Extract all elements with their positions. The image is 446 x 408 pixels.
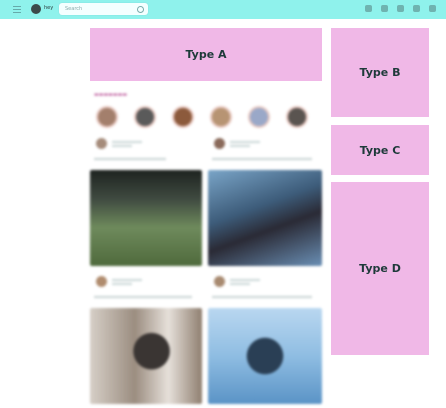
ad-type-d-label: Type D — [359, 262, 401, 275]
user-name: hey — [44, 5, 54, 11]
avatar[interactable] — [96, 276, 107, 287]
ad-type-a-label: Type A — [185, 48, 227, 61]
post-photo[interactable] — [208, 308, 322, 404]
post-meta — [230, 277, 260, 287]
ad-type-c-label: Type C — [359, 143, 401, 157]
story-avatar[interactable] — [286, 106, 308, 128]
post-photo[interactable] — [90, 170, 202, 266]
post-meta — [230, 139, 260, 149]
post-meta — [112, 139, 142, 149]
ad-type-b[interactable]: Type B — [331, 28, 429, 117]
post-header — [96, 138, 142, 149]
post-photo[interactable] — [90, 308, 202, 404]
notification-icon[interactable] — [397, 5, 404, 12]
stories-label: ▬▬▬▬▬▬▬ — [94, 92, 128, 98]
grid-icon[interactable] — [413, 5, 420, 12]
post-caption — [212, 296, 312, 298]
post-header — [96, 276, 142, 287]
profile-icon[interactable] — [429, 5, 436, 12]
search-icon[interactable] — [137, 6, 144, 13]
avatar[interactable] — [214, 138, 225, 149]
story-avatar[interactable] — [248, 106, 270, 128]
post-header — [214, 138, 260, 149]
avatar[interactable] — [96, 138, 107, 149]
post-photo[interactable] — [208, 170, 322, 266]
toolbar-icons — [365, 5, 436, 12]
stories-row — [96, 106, 308, 128]
ad-type-d[interactable]: Type D — [331, 182, 429, 355]
story-avatar[interactable] — [96, 106, 118, 128]
post-header — [214, 276, 260, 287]
ad-type-a[interactable]: Type A — [90, 28, 322, 81]
avatar[interactable] — [31, 4, 41, 14]
top-navigation-bar: hey Search — [0, 0, 446, 19]
message-icon[interactable] — [381, 5, 388, 12]
ad-type-c[interactable]: Type C — [331, 125, 429, 175]
home-icon[interactable] — [365, 5, 372, 12]
search-placeholder: Search — [65, 6, 83, 12]
story-avatar[interactable] — [172, 106, 194, 128]
post-caption — [94, 158, 166, 160]
feed: ▬▬▬▬▬▬▬ — [88, 88, 326, 408]
story-avatar[interactable] — [134, 106, 156, 128]
avatar[interactable] — [214, 276, 225, 287]
post-caption — [212, 158, 312, 160]
post-meta — [112, 277, 142, 287]
post-caption — [94, 296, 192, 298]
menu-icon[interactable] — [13, 6, 21, 13]
search-input[interactable]: Search — [59, 3, 148, 15]
ad-type-b-label: Type B — [359, 66, 401, 79]
story-avatar[interactable] — [210, 106, 232, 128]
